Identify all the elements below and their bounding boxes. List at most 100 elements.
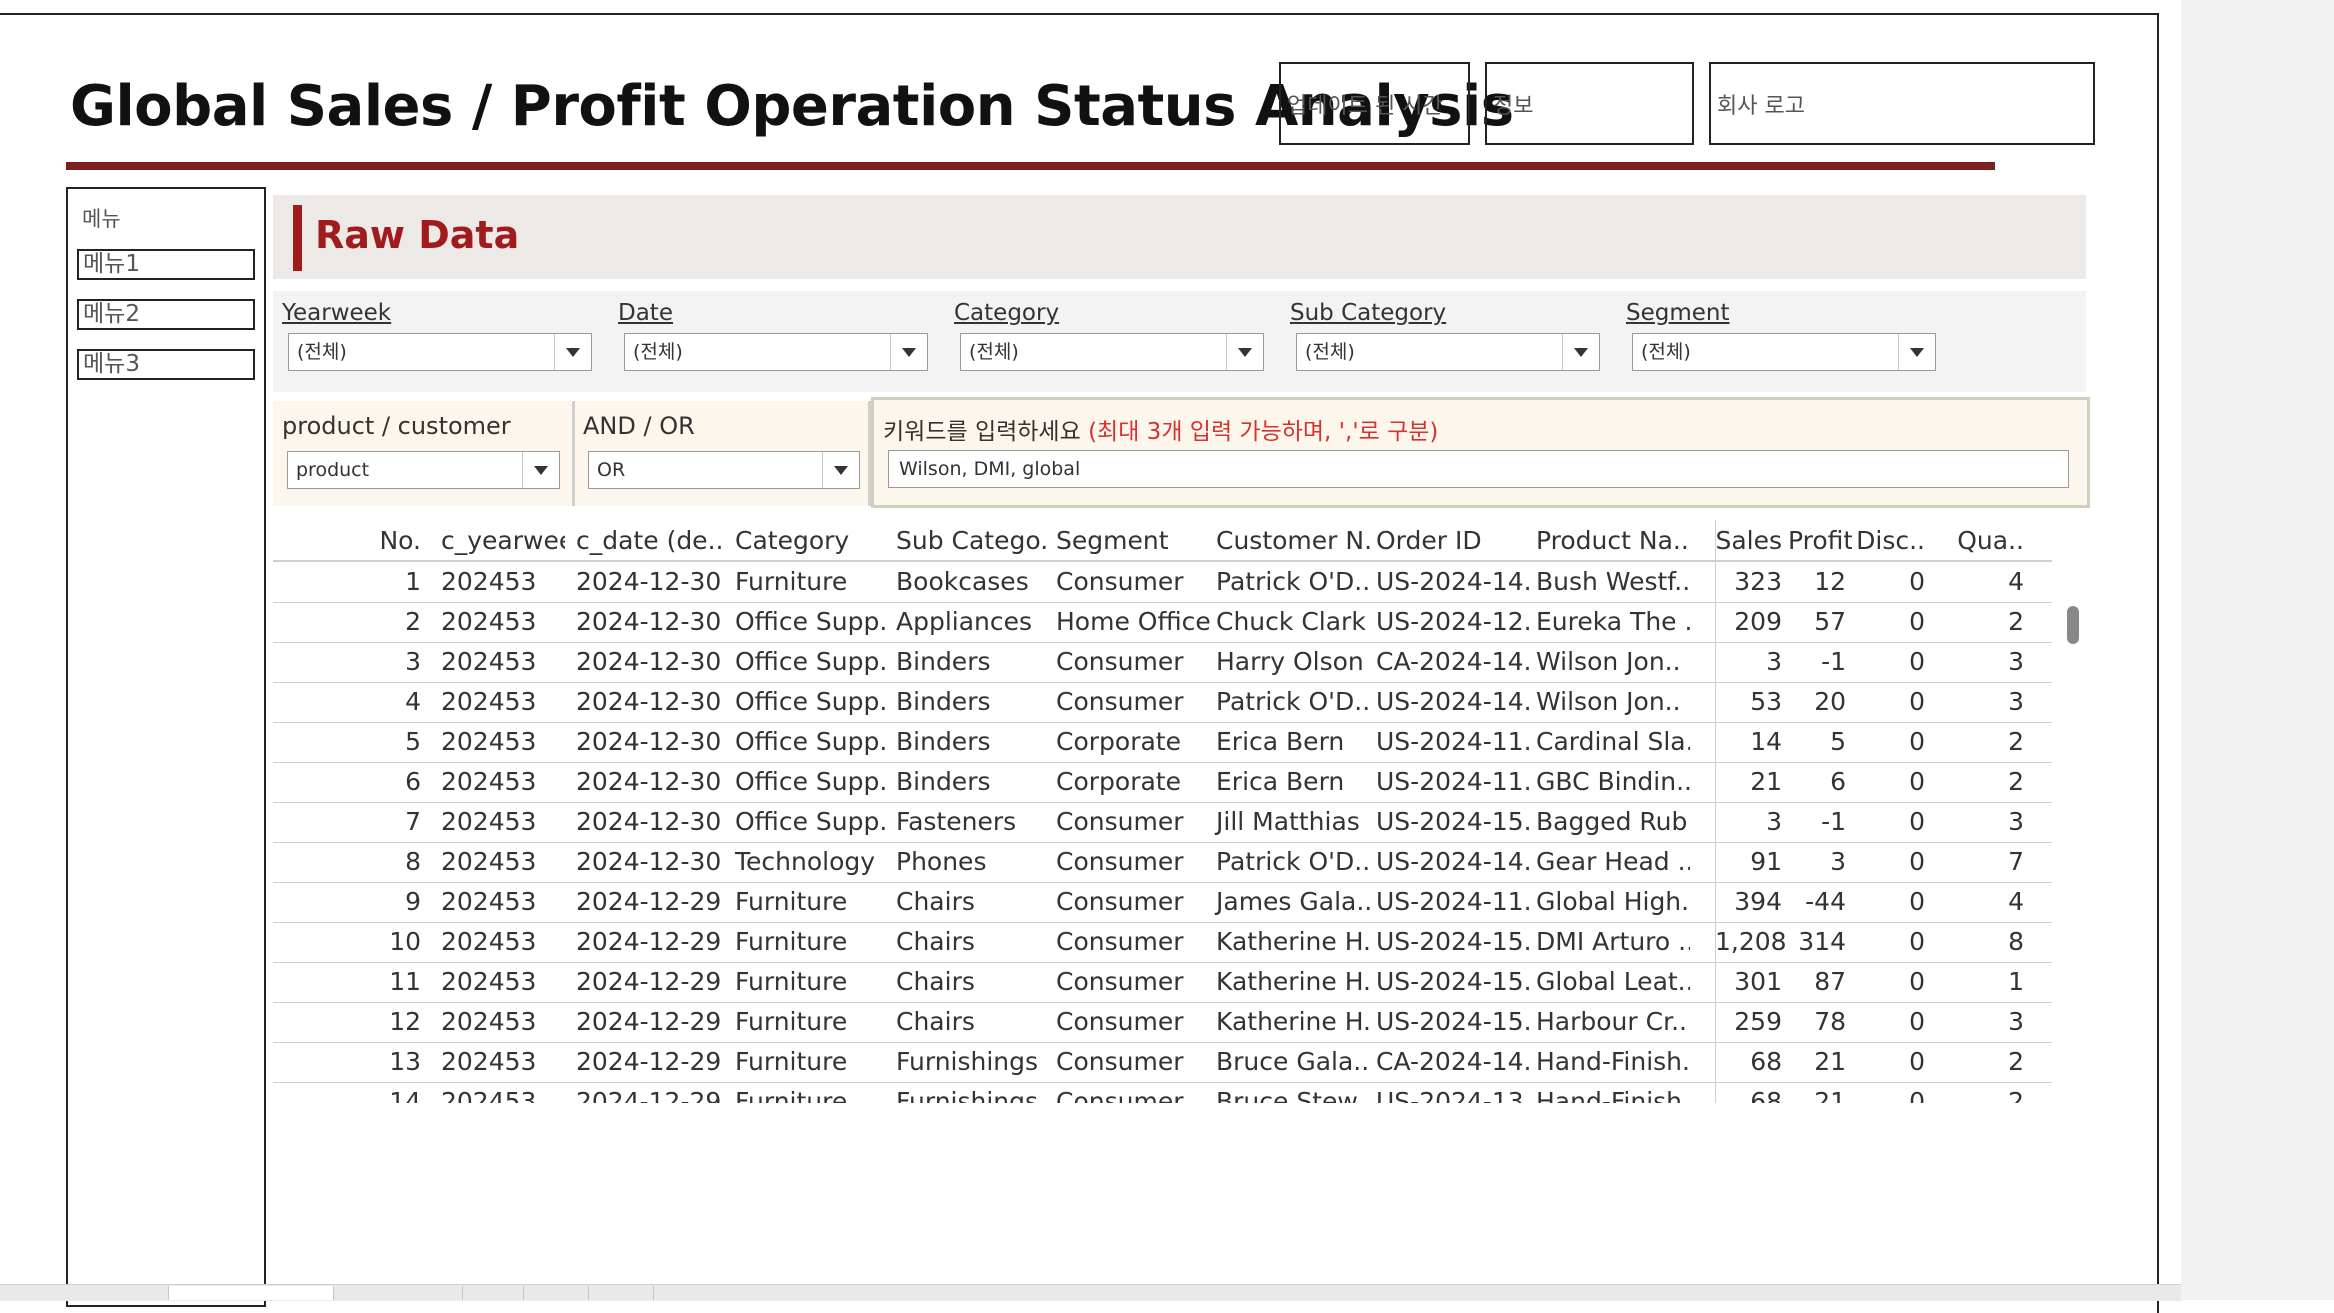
chevron-down-icon bbox=[834, 466, 848, 475]
cell-order-id: US-2024-15.. bbox=[1376, 967, 1530, 996]
scrollbar-thumb[interactable] bbox=[2067, 606, 2079, 644]
cell-date: 2024-12-29 bbox=[576, 1007, 722, 1036]
param-logic-dropdown[interactable]: OR bbox=[588, 451, 860, 489]
table-row[interactable]: 8 202453 2024-12-30 Technology Phones Consume… bbox=[273, 842, 2052, 883]
cell-customer-name: Patrick O'D.. bbox=[1216, 687, 1370, 716]
sheet-tab[interactable] bbox=[463, 1286, 524, 1300]
info-label: 정보 bbox=[1493, 93, 1534, 119]
table-row[interactable]: 6 202453 2024-12-30 Office Supp.. Binders Cor… bbox=[273, 762, 2052, 803]
column-header-order-id[interactable]: Order ID bbox=[1370, 520, 1530, 560]
column-header-discount[interactable]: Disc.. bbox=[1852, 520, 1931, 560]
cell-sub-category: Binders bbox=[896, 727, 991, 756]
column-header-segment[interactable]: Segment bbox=[1050, 520, 1210, 560]
cell-product-name: Global Leat.. bbox=[1536, 967, 1690, 996]
cell-product-name: Bush Westf.. bbox=[1536, 567, 1690, 596]
sheet-tab[interactable] bbox=[334, 1286, 463, 1300]
cell-customer-name: Bruce Gala.. bbox=[1216, 1047, 1370, 1076]
column-header-sales[interactable]: Sales bbox=[1715, 520, 1788, 560]
section-header: Raw Data bbox=[273, 195, 2086, 279]
cell-order-id: US-2024-11.. bbox=[1376, 727, 1530, 756]
filter-sub-category-dropdown[interactable]: (전체) bbox=[1296, 333, 1600, 371]
cell-quantity: 3 bbox=[2008, 1007, 2024, 1036]
cell-no: 4 bbox=[405, 687, 421, 716]
filter-date-label: Date bbox=[618, 300, 673, 326]
filter-sub-category: Sub Category (전체) bbox=[1290, 299, 1600, 371]
table-row[interactable]: 1 202453 2024-12-30 Furniture Bookcases Consu… bbox=[273, 562, 2052, 603]
cell-customer-name: James Gala.. bbox=[1216, 887, 1370, 916]
cell-profit: 3 bbox=[1830, 847, 1846, 876]
cell-category: Furniture bbox=[735, 927, 848, 956]
table-row[interactable]: 2 202453 2024-12-30 Office Supp.. Appliances… bbox=[273, 602, 2052, 643]
column-header-sub-category[interactable]: Sub Catego.. bbox=[890, 520, 1050, 560]
cell-product-name: Cardinal Sla.. bbox=[1536, 727, 1690, 756]
cell-segment: Consumer bbox=[1056, 647, 1184, 676]
menu-item-1[interactable]: 메뉴1 bbox=[77, 249, 255, 280]
updated-time-box: 업데이트 된 시간 bbox=[1279, 62, 1470, 145]
table-row[interactable]: 3 202453 2024-12-30 Office Supp.. Binders Con… bbox=[273, 642, 2052, 683]
param-search-target-dropdown[interactable]: product bbox=[287, 451, 560, 489]
cell-sales: 259 bbox=[1734, 1007, 1782, 1036]
keyword-hint: (최대 3개 입력 가능하며, ','로 구분) bbox=[1088, 419, 1439, 445]
table-row[interactable]: 13 202453 2024-12-29 Furniture Furnishings Co… bbox=[273, 1042, 2052, 1083]
table-row[interactable]: 9 202453 2024-12-29 Furniture Chairs Consumer… bbox=[273, 882, 2052, 923]
param-search-target-label: product / customer bbox=[282, 412, 511, 440]
filter-category-dropdown[interactable]: (전체) bbox=[960, 333, 1264, 371]
cell-quantity: 3 bbox=[2008, 687, 2024, 716]
column-header-customer-name[interactable]: Customer N.. bbox=[1210, 520, 1370, 560]
table-row[interactable]: 12 202453 2024-12-29 Furniture Chairs Consume… bbox=[273, 1002, 2052, 1043]
cell-quantity: 7 bbox=[2008, 847, 2024, 876]
cell-discount: 0 bbox=[1909, 1087, 1925, 1103]
cell-category: Technology bbox=[735, 847, 876, 876]
vertical-scrollbar[interactable] bbox=[2062, 564, 2084, 1103]
cell-date: 2024-12-30 bbox=[576, 807, 722, 836]
column-header-product-name[interactable]: Product Na.. bbox=[1530, 520, 1690, 560]
table-row[interactable]: 7 202453 2024-12-30 Office Supp.. Fasteners C… bbox=[273, 802, 2052, 843]
table-row[interactable]: 14 202453 2024-12-29 Furniture Furnishings Co… bbox=[273, 1082, 2052, 1103]
column-divider bbox=[1715, 520, 1716, 1103]
chevron-down-icon bbox=[1238, 348, 1252, 357]
cell-category: Furniture bbox=[735, 1087, 848, 1103]
cell-customer-name: Erica Bern bbox=[1216, 727, 1345, 756]
cell-product-name: GBC Bindin.. bbox=[1536, 767, 1690, 796]
chevron-down-icon bbox=[1910, 348, 1924, 357]
chevron-down-icon bbox=[902, 348, 916, 357]
sheet-tab-active[interactable] bbox=[169, 1286, 334, 1300]
cell-quantity: 4 bbox=[2008, 567, 2024, 596]
filter-yearweek-dropdown[interactable]: (전체) bbox=[288, 333, 592, 371]
cell-sales: 1,208 bbox=[1715, 927, 1787, 956]
column-header-quantity[interactable]: Qua.. bbox=[1931, 520, 2030, 560]
cell-yearweek: 202453 bbox=[441, 767, 537, 796]
cell-category: Furniture bbox=[735, 567, 848, 596]
sheet-tab[interactable] bbox=[0, 1286, 169, 1300]
column-header-date[interactable]: c_date (de.. bbox=[570, 520, 726, 560]
keyword-input[interactable] bbox=[888, 450, 2069, 488]
cell-no: 11 bbox=[389, 967, 421, 996]
table-row[interactable]: 11 202453 2024-12-29 Furniture Chairs Consume… bbox=[273, 962, 2052, 1003]
cell-order-id: US-2024-14.. bbox=[1376, 847, 1530, 876]
column-header-no[interactable]: No. bbox=[273, 520, 427, 560]
sheet-tab[interactable] bbox=[524, 1286, 589, 1300]
cell-segment: Consumer bbox=[1056, 567, 1184, 596]
filter-segment-dropdown[interactable]: (전체) bbox=[1632, 333, 1936, 371]
menu-item-2[interactable]: 메뉴2 bbox=[77, 299, 255, 330]
table-row[interactable]: 10 202453 2024-12-29 Furniture Chairs Consume… bbox=[273, 922, 2052, 963]
sheet-tab[interactable] bbox=[589, 1286, 654, 1300]
cell-discount: 0 bbox=[1909, 727, 1925, 756]
filter-yearweek-value: (전체) bbox=[297, 341, 347, 363]
column-header-category[interactable]: Category bbox=[729, 520, 889, 560]
cell-profit: -44 bbox=[1805, 887, 1846, 916]
table-row[interactable]: 5 202453 2024-12-30 Office Supp.. Binders Cor… bbox=[273, 722, 2052, 763]
menu-item-3[interactable]: 메뉴3 bbox=[77, 349, 255, 380]
cell-segment: Consumer bbox=[1056, 927, 1184, 956]
cell-segment: Consumer bbox=[1056, 807, 1184, 836]
cell-no: 9 bbox=[405, 887, 421, 916]
cell-sub-category: Binders bbox=[896, 687, 991, 716]
column-header-profit[interactable]: Profit bbox=[1788, 520, 1852, 560]
table-row[interactable]: 4 202453 2024-12-30 Office Supp.. Binders Con… bbox=[273, 682, 2052, 723]
cell-product-name: Eureka The .. bbox=[1536, 607, 1690, 636]
cell-customer-name: Katherine H.. bbox=[1216, 1007, 1370, 1036]
filter-date-dropdown[interactable]: (전체) bbox=[624, 333, 928, 371]
cell-sub-category: Chairs bbox=[896, 927, 975, 956]
param-search-target: product / customer product bbox=[273, 401, 572, 506]
column-header-yearweek[interactable]: c_yearwee.. bbox=[435, 520, 565, 560]
